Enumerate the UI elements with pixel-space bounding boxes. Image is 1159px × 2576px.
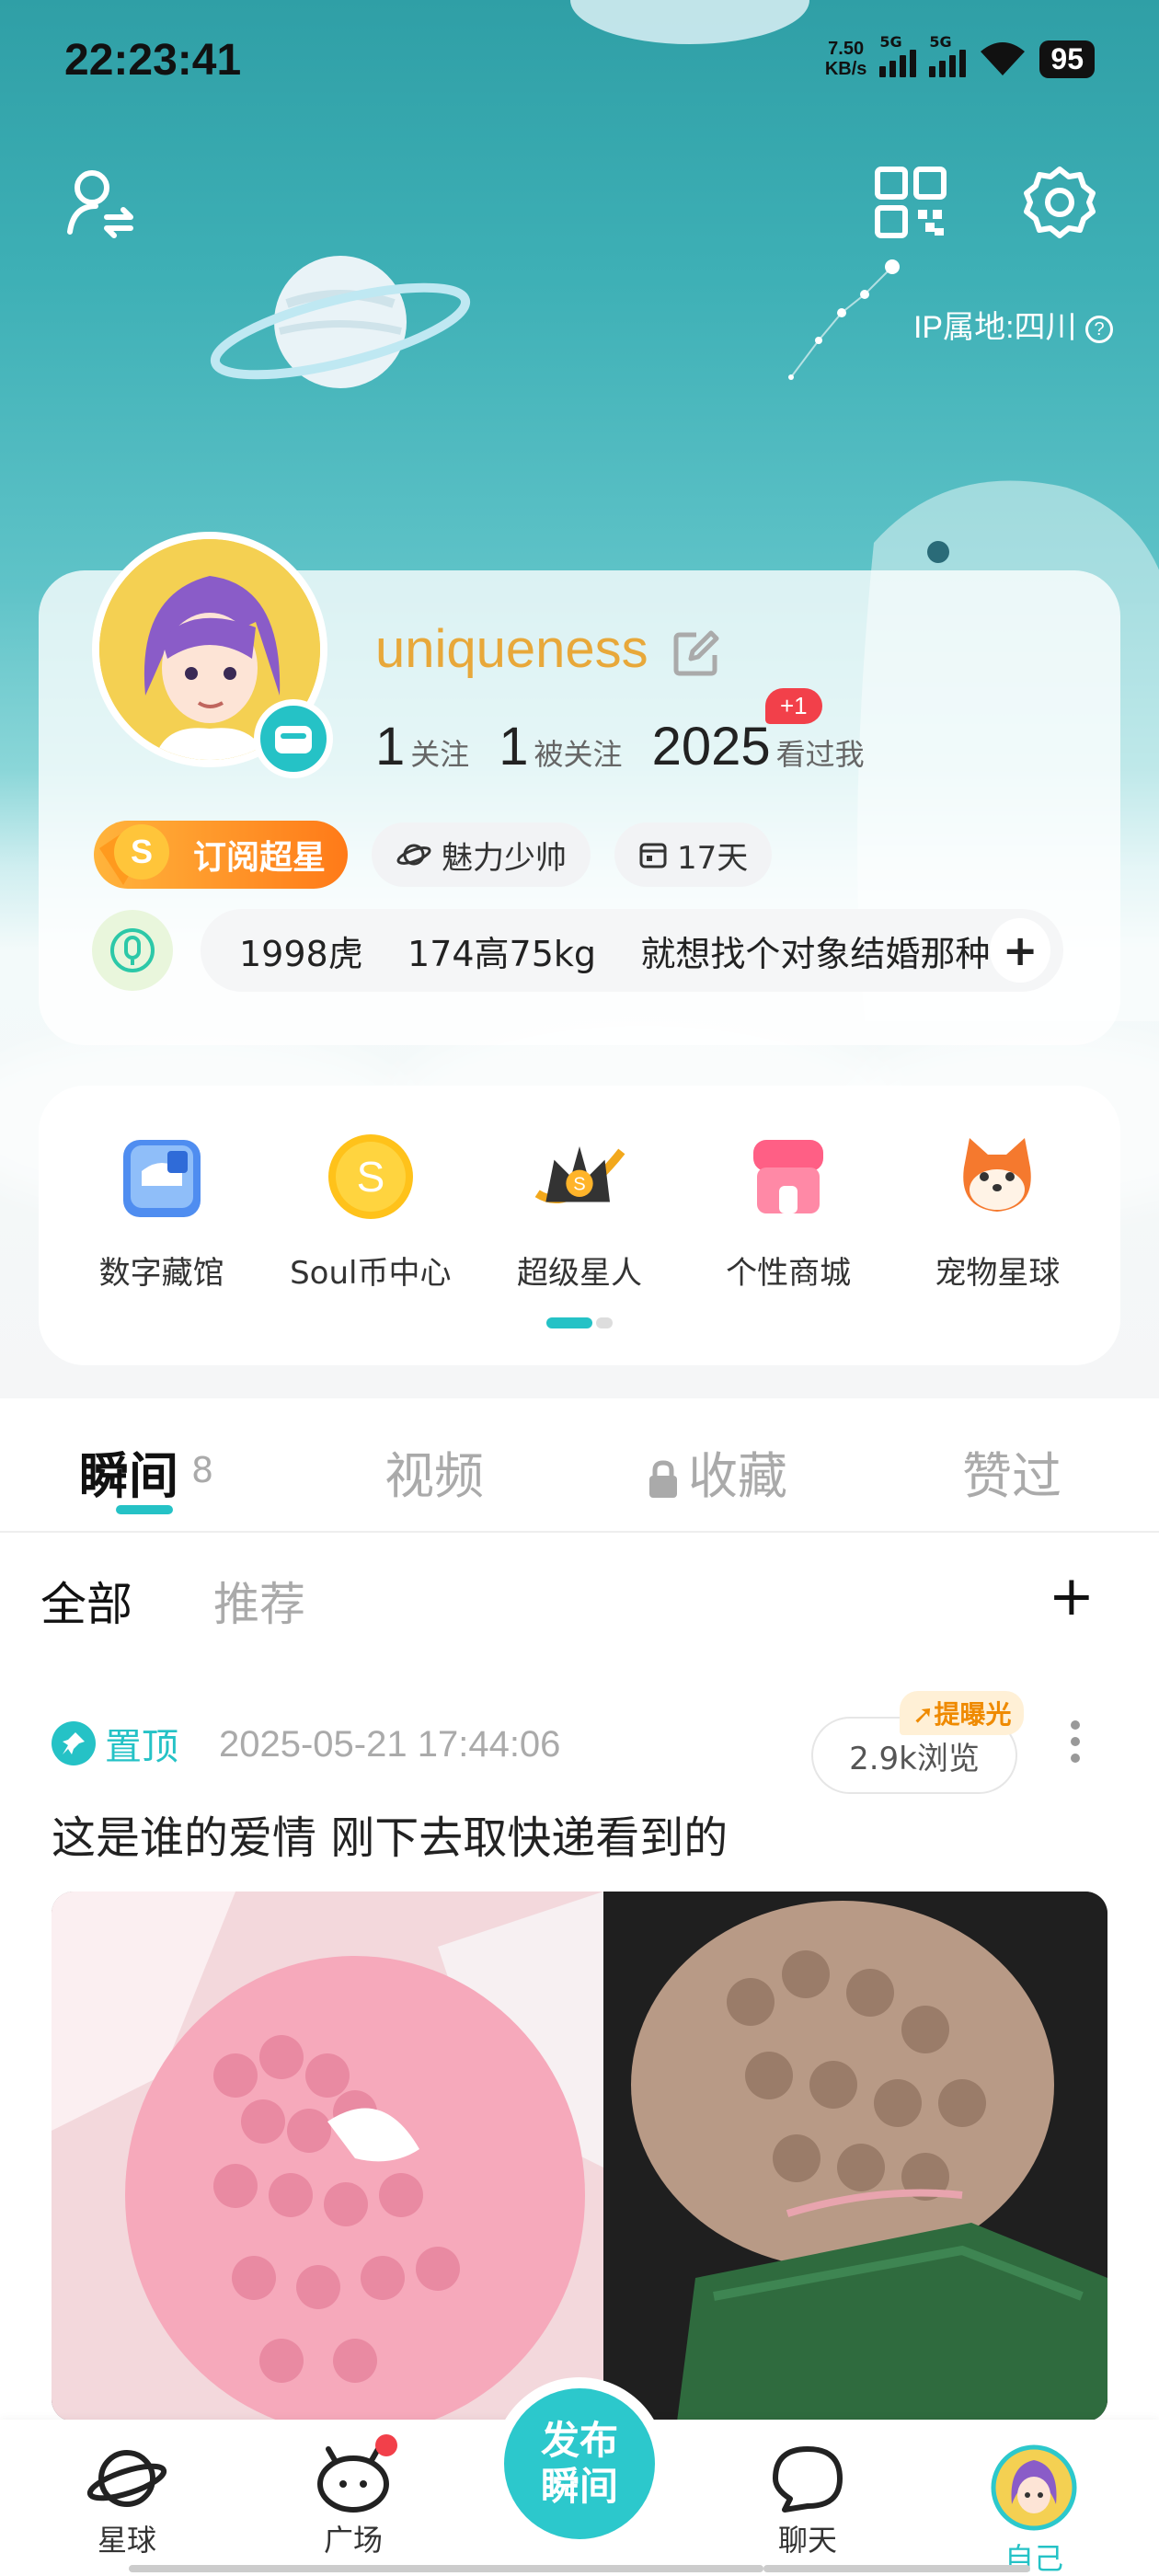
pin-icon [63,1732,85,1754]
switch-account-icon[interactable] [64,166,138,239]
profile-stats: 1 关注 1 被关注 2025 看过我 [375,716,865,777]
more-options-icon[interactable] [1071,1720,1080,1763]
nav-chat[interactable]: 聊天 [734,2444,881,2559]
subscribe-super-star-button[interactable]: S 订阅超星 [94,821,348,889]
calendar-icon [639,843,667,868]
avatar-nav-icon [991,2444,1077,2531]
profile-tags: S 订阅超星 魅力少帅 17天 [94,821,773,889]
add-bio-button[interactable]: + [990,918,1050,983]
menu-page-indicator [546,1317,613,1328]
store-icon [753,1140,824,1213]
visitors-stat[interactable]: 2025 看过我 [652,716,865,777]
following-stat[interactable]: 1 关注 [375,716,469,777]
tab-video[interactable]: 视频 [384,1435,484,1508]
status-icons: 7.50 KB/s 5G 5G 95 [824,33,1095,79]
battery-indicator: 95 [1039,40,1095,78]
qr-code-icon[interactable] [874,166,947,239]
menu-digital-museum[interactable]: 数字藏馆 [70,1126,254,1293]
nav-me[interactable]: 自己 [960,2444,1107,2576]
signal-sim1-icon: 5G [879,33,917,77]
menu-personal-store[interactable]: 个性商城 [696,1126,880,1293]
menu-super-star[interactable]: S 超级星人 [488,1126,671,1293]
new-visitors-badge: +1 [765,688,822,724]
planet-nav-icon [86,2450,167,2507]
publish-moment-button[interactable]: 发布瞬间 [504,2388,655,2539]
pinned-label: 置顶 [52,1717,178,1770]
post-image[interactable] [52,1892,1107,2421]
tab-moments[interactable]: 瞬间 [79,1435,178,1508]
info-icon: ? [1085,316,1113,344]
digital-museum-icon [122,1140,201,1217]
boost-arrow-icon: ➚ [912,1699,935,1730]
gesture-bar [763,2565,1030,2572]
super-star-icon: S [534,1146,625,1203]
soul-coin-icon: S [327,1134,413,1219]
active-tab-indicator [116,1505,173,1514]
moments-count: 8 [191,1450,214,1490]
voice-intro-icon[interactable] [92,910,173,991]
avatar-outfit-badge-icon[interactable] [254,699,333,778]
super-star-coin-icon: S [99,824,169,885]
notification-dot [375,2434,397,2456]
username: uniqueness [375,618,720,680]
post-timestamp: 2025-05-21 17:44:06 [219,1724,561,1765]
edit-profile-icon[interactable] [672,629,720,677]
charm-tag[interactable]: 魅力少帅 [372,822,591,887]
planet-decoration-icon [210,256,471,388]
chat-bubble-icon [773,2446,843,2513]
status-bar: 22:23:41 7.50 KB/s 5G 5G 95 [0,0,1159,129]
post-title: 这是谁的爱情 刚下去取快递看到的 [52,1812,729,1864]
menu-soul-coin-center[interactable]: S Soul币中心 [279,1126,463,1293]
content-filter: 全部 推荐 + [0,1564,1159,1638]
filter-recommended[interactable]: 推荐 [213,1568,305,1634]
tab-favorites[interactable]: 收藏 [646,1435,787,1508]
network-speed: 7.50 KB/s [824,39,867,79]
svg-text:S: S [131,833,153,870]
filter-all[interactable]: 全部 [40,1568,132,1634]
bio-row: 1998虎 174高75kg 就想找个对象结婚那种 + [92,909,1063,992]
ip-location[interactable]: IP属地:四川 ? [913,302,1113,347]
svg-text:S: S [356,1153,384,1201]
tab-liked[interactable]: 赞过 [962,1435,1061,1508]
content-tabs: 瞬间 8 视频 收藏 赞过 [0,1398,1159,1533]
settings-gear-icon[interactable] [1021,164,1098,241]
add-filter-button[interactable]: + [1049,1564,1095,1628]
clock: 22:23:41 [64,36,242,85]
followers-stat[interactable]: 1 被关注 [499,716,622,777]
planet-outline-icon [396,844,431,866]
menu-pet-planet[interactable]: 宠物星球 [905,1126,1089,1293]
quick-menu: 数字藏馆 S Soul币中心 S 超级星人 个性商城 宠物星球 [39,1126,1120,1293]
nav-square[interactable]: 广场 [280,2444,427,2559]
bio-text[interactable]: 1998虎 174高75kg 就想找个对象结婚那种 + [201,909,1063,992]
gesture-bar [396,2565,763,2572]
pet-planet-icon [963,1138,1032,1212]
nav-planet[interactable]: 星球 [53,2444,201,2559]
days-tag[interactable]: 17天 [614,822,773,887]
svg-text:S: S [573,1175,585,1195]
gesture-bar [129,2565,405,2572]
wifi-icon [981,42,1026,75]
signal-sim2-icon: 5G [929,33,967,77]
lock-icon [649,1460,677,1499]
boost-exposure-badge[interactable]: ➚提曝光 [900,1691,1025,1735]
